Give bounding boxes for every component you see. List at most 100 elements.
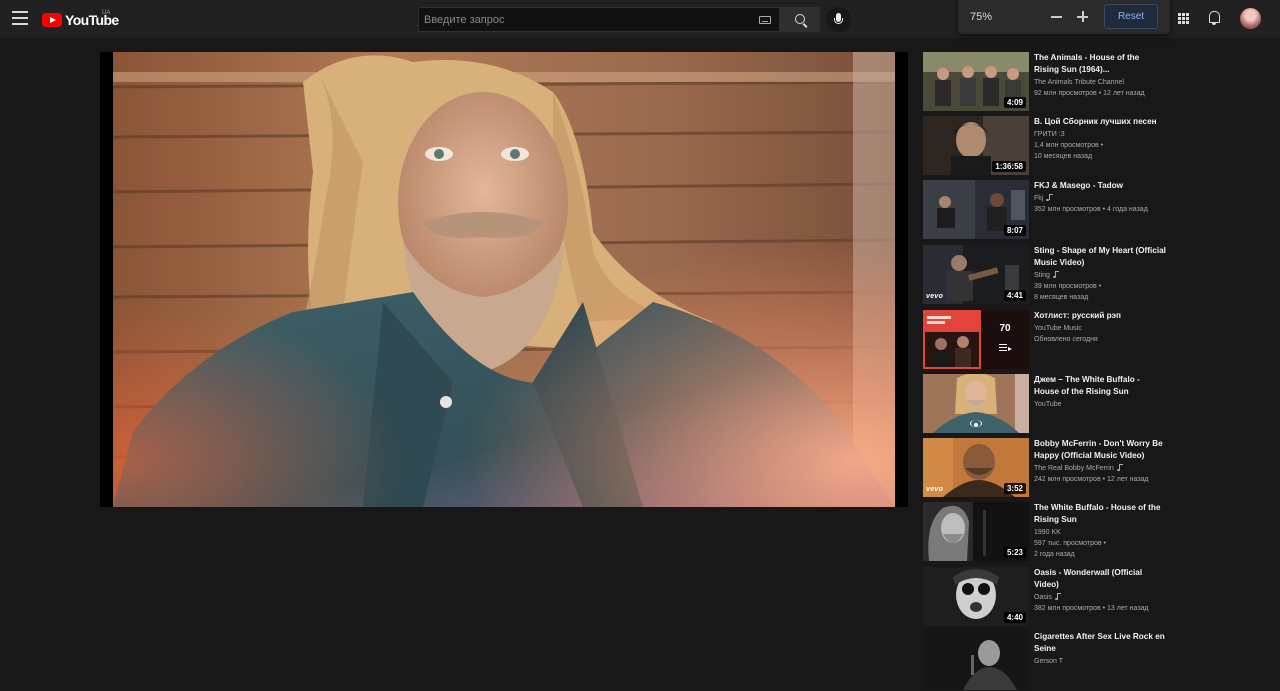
video-thumbnail[interactable]	[923, 374, 1029, 433]
keyboard-icon[interactable]	[759, 16, 771, 24]
search-icon	[795, 14, 805, 24]
video-thumbnail[interactable]: 4:40	[923, 567, 1029, 626]
video-title[interactable]: The Animals - House of the Rising Sun (1…	[1034, 52, 1166, 76]
apps-grid-icon[interactable]	[1178, 13, 1189, 24]
duration-badge: 5:23	[1003, 547, 1026, 558]
music-note-icon	[1046, 194, 1053, 201]
duration-badge: 3:52	[1003, 483, 1026, 494]
recommendation-item[interactable]: vevo 4:41 Sting - Shape of My Heart (Off…	[923, 245, 1173, 305]
video-title[interactable]: FKJ & Masego - Tadow	[1034, 180, 1166, 192]
video-title[interactable]: Sting - Shape of My Heart (Official Musi…	[1034, 245, 1166, 269]
video-stats: 352 млн просмотров • 4 года назад	[1034, 206, 1148, 213]
channel-name[interactable]: Gerson T	[1034, 656, 1166, 667]
video-meta: В. Цой Сборник лучших песен ГРИТИ :3 1,4…	[1034, 116, 1166, 162]
music-note-icon	[1052, 271, 1060, 278]
live-icon	[969, 420, 983, 429]
vevo-badge: vevo	[926, 293, 944, 300]
video-title[interactable]: Джем – The White Buffalo - House of the …	[1034, 374, 1166, 398]
search-bar	[418, 7, 820, 32]
menu-icon[interactable]	[12, 11, 28, 25]
zoom-in-icon[interactable]	[1076, 8, 1090, 24]
video-meta: The Animals - House of the Rising Sun (1…	[1034, 52, 1166, 99]
recommendation-item[interactable]: 4:40 Oasis - Wonderwall (Official Video)…	[923, 567, 1173, 627]
recommendation-item[interactable]: 4:09 The Animals - House of the Rising S…	[923, 52, 1173, 112]
duration-badge: 1:36:58	[992, 161, 1026, 172]
video-stats-age: 8 месяцев назад	[1034, 294, 1089, 301]
video-meta: FKJ & Masego - Tadow Fkj 352 млн просмот…	[1034, 180, 1166, 215]
duration-badge: 8:07	[1003, 225, 1026, 236]
zoom-out-icon[interactable]	[1050, 8, 1064, 24]
playlist-count: 70	[999, 323, 1011, 334]
video-stats-age: 10 месяцев назад	[1034, 153, 1093, 160]
zoom-reset-button[interactable]: Reset	[1104, 4, 1158, 29]
playlist-thumbnail[interactable]: 70	[923, 310, 1029, 369]
video-player[interactable]	[100, 52, 908, 507]
video-meta: Bobby McFerrin - Don't Worry Be Happy (O…	[1034, 438, 1166, 485]
channel-name[interactable]: The Animals Tribute Channel	[1034, 77, 1166, 88]
channel-name[interactable]: 1990 KK	[1034, 527, 1166, 538]
video-stats: 92 млн просмотров • 12 лет назад	[1034, 90, 1145, 97]
channel-name[interactable]: YouTube	[1034, 399, 1166, 410]
video-stats: 39 млн просмотров •	[1034, 283, 1102, 290]
video-title[interactable]: Хотлист: русский рэп	[1034, 310, 1166, 322]
channel-name[interactable]: Sting	[1034, 270, 1166, 281]
region-label: UA	[102, 10, 111, 16]
video-thumbnail[interactable]	[923, 631, 1029, 690]
video-thumbnail[interactable]: vevo 4:41	[923, 245, 1029, 304]
channel-name[interactable]: Oasis	[1034, 592, 1166, 603]
recommendation-item[interactable]: 8:07 FKJ & Masego - Tadow Fkj 352 млн пр…	[923, 180, 1173, 240]
video-thumbnail[interactable]: 5:23	[923, 502, 1029, 561]
playlist-overlay: 70	[981, 310, 1029, 369]
video-meta: Sting - Shape of My Heart (Official Musi…	[1034, 245, 1166, 303]
playlist-play-icon	[999, 344, 1012, 352]
vevo-badge: vevo	[926, 486, 944, 493]
channel-name[interactable]: Fkj	[1034, 193, 1166, 204]
zoom-popup: 75% Reset	[958, 0, 1170, 34]
video-stats: 382 млн просмотров • 13 лет назад	[1034, 605, 1149, 612]
recommendation-item[interactable]: vevo 3:52 Bobby McFerrin - Don't Worry B…	[923, 438, 1173, 498]
search-box	[418, 7, 780, 32]
video-thumbnail[interactable]: 4:09	[923, 52, 1029, 111]
music-note-icon	[1054, 593, 1062, 600]
video-frame	[113, 52, 895, 507]
video-title[interactable]: В. Цой Сборник лучших песен	[1034, 116, 1166, 128]
youtube-logo-icon	[42, 13, 62, 27]
video-thumbnail[interactable]: 8:07	[923, 180, 1029, 239]
video-meta: Oasis - Wonderwall (Official Video) Oasi…	[1034, 567, 1166, 614]
video-title[interactable]: Bobby McFerrin - Don't Worry Be Happy (O…	[1034, 438, 1166, 462]
video-stats-age: 2 года назад	[1034, 551, 1075, 558]
avatar[interactable]	[1240, 8, 1261, 29]
channel-name[interactable]: The Real Bobby McFerrin	[1034, 463, 1166, 474]
recommendation-item[interactable]: 5:23 The White Buffalo - House of the Ri…	[923, 502, 1173, 562]
recommendation-item[interactable]: 70 Хотлист: русский рэп YouTube Music Об…	[923, 310, 1173, 370]
video-meta: The White Buffalo - House of the Rising …	[1034, 502, 1166, 560]
video-title[interactable]: Cigarettes After Sex Live Rock en Seine	[1034, 631, 1166, 655]
logo-text: YouTube	[65, 12, 119, 28]
video-frame-image	[113, 52, 895, 507]
search-input[interactable]	[419, 8, 739, 31]
video-meta: Джем – The White Buffalo - House of the …	[1034, 374, 1166, 410]
notifications-bell-icon[interactable]	[1208, 11, 1221, 25]
video-stats: 242 млн просмотров • 12 лет назад	[1034, 476, 1149, 483]
video-thumbnail[interactable]: 1:36:58	[923, 116, 1029, 175]
duration-badge: 4:40	[1003, 612, 1026, 623]
video-thumbnail[interactable]: vevo 3:52	[923, 438, 1029, 497]
video-title[interactable]: Oasis - Wonderwall (Official Video)	[1034, 567, 1166, 591]
search-button[interactable]	[780, 7, 820, 32]
video-title[interactable]: The White Buffalo - House of the Rising …	[1034, 502, 1166, 526]
duration-badge: 4:09	[1003, 97, 1026, 108]
voice-search-button[interactable]	[826, 7, 851, 32]
channel-name[interactable]: YouTube Music	[1034, 323, 1166, 334]
video-stats: 597 тыс. просмотров •	[1034, 540, 1106, 547]
video-meta: Хотлист: русский рэп YouTube Music Обнов…	[1034, 310, 1166, 345]
video-meta: Cigarettes After Sex Live Rock en Seine …	[1034, 631, 1166, 667]
duration-badge: 4:41	[1003, 290, 1026, 301]
video-stats: 1,4 млн просмотров •	[1034, 142, 1104, 149]
video-stats: Обновлено сегодня	[1034, 336, 1098, 343]
channel-name[interactable]: ГРИТИ :3	[1034, 129, 1166, 140]
recommendation-item[interactable]: 1:36:58 В. Цой Сборник лучших песен ГРИТ…	[923, 116, 1173, 176]
recommendation-item[interactable]: Cigarettes After Sex Live Rock en Seine …	[923, 631, 1173, 691]
zoom-level: 75%	[970, 11, 993, 23]
recommendation-item[interactable]: Джем – The White Buffalo - House of the …	[923, 374, 1173, 434]
music-note-icon	[1116, 464, 1124, 471]
